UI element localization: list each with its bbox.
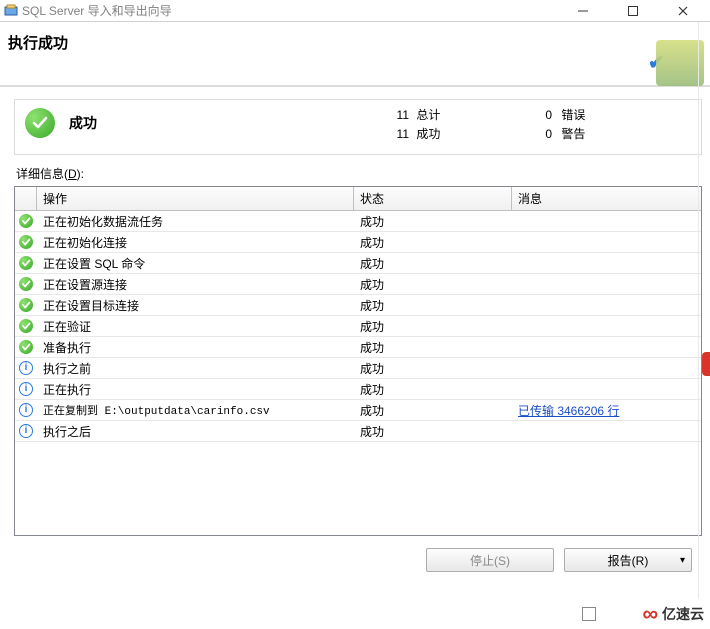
row-action: 正在执行 xyxy=(37,381,354,398)
infinity-icon: ∞ xyxy=(642,601,658,627)
row-status: 成功 xyxy=(354,318,512,335)
brand-text: 亿速云 xyxy=(662,604,704,624)
summary-status: 成功 xyxy=(69,113,97,133)
checkbox-unknown[interactable] xyxy=(582,607,596,621)
success-icon xyxy=(19,340,33,354)
row-status-icon xyxy=(15,340,37,354)
stop-button[interactable]: 停止(S) xyxy=(426,548,554,572)
footer-brand: ∞ 亿速云 xyxy=(642,601,704,627)
window-controls xyxy=(568,5,698,17)
total-label: 总计 xyxy=(416,108,440,122)
grid-body: 正在初始化数据流任务成功正在初始化连接成功正在设置 SQL 命令成功正在设置源连… xyxy=(15,211,701,442)
row-status: 成功 xyxy=(354,423,512,440)
row-status: 成功 xyxy=(354,213,512,230)
box-graphic-icon xyxy=(656,40,704,86)
success-icon xyxy=(19,298,33,312)
col-icon-header[interactable] xyxy=(15,187,37,210)
table-row[interactable]: 正在验证成功 xyxy=(15,316,701,337)
message-link[interactable]: 已传输 3466206 行 xyxy=(518,404,619,418)
summary-panel: 成功 11 总计 0 错误 11 成功 0 警告 xyxy=(14,99,702,155)
row-action: 正在初始化数据流任务 xyxy=(37,213,354,230)
col-status-header[interactable]: 状态 xyxy=(354,187,512,210)
info-icon: i xyxy=(19,382,33,396)
success-icon xyxy=(19,214,33,228)
report-button[interactable]: 报告(R) ▾ xyxy=(564,548,692,572)
table-row[interactable]: 准备执行成功 xyxy=(15,337,701,358)
row-status: 成功 xyxy=(354,234,512,251)
row-status-icon: i xyxy=(15,403,37,417)
row-status-icon xyxy=(15,256,37,270)
table-row[interactable]: i 正在复制到 E:\outputdata\carinfo.csv成功已传输 34… xyxy=(15,400,701,421)
details-label: 详细信息(D): xyxy=(16,165,702,182)
success-icon xyxy=(19,235,33,249)
row-status: 成功 xyxy=(354,339,512,356)
success-count: 11 xyxy=(385,125,409,144)
row-action: 正在设置目标连接 xyxy=(37,297,354,314)
row-action: 正在设置源连接 xyxy=(37,276,354,293)
row-status: 成功 xyxy=(354,402,512,419)
info-icon: i xyxy=(19,424,33,438)
table-row[interactable]: 正在初始化数据流任务成功 xyxy=(15,211,701,232)
error-label: 错误 xyxy=(561,108,585,122)
row-status-icon xyxy=(15,277,37,291)
summary-counts: 11 总计 0 错误 11 成功 0 警告 xyxy=(385,106,691,144)
row-action: 正在初始化连接 xyxy=(37,234,354,251)
table-row[interactable]: i 执行之前成功 xyxy=(15,358,701,379)
info-icon: i xyxy=(19,361,33,375)
col-action-header[interactable]: 操作 xyxy=(37,187,354,210)
table-row[interactable]: 正在初始化连接成功 xyxy=(15,232,701,253)
row-status-icon xyxy=(15,214,37,228)
page-title: 执行成功 xyxy=(8,32,702,53)
app-icon xyxy=(4,4,18,18)
wizard-header: 执行成功 ✔ xyxy=(0,22,710,86)
row-status-icon: i xyxy=(15,424,37,438)
col-message-header[interactable]: 消息 xyxy=(512,187,701,210)
titlebar: SQL Server 导入和导出向导 xyxy=(0,0,710,22)
minimize-button[interactable] xyxy=(568,5,598,17)
table-row[interactable]: i 执行之后成功 xyxy=(15,421,701,442)
side-badge xyxy=(702,352,710,376)
success-icon xyxy=(25,108,55,138)
error-count: 0 xyxy=(538,106,552,125)
row-status: 成功 xyxy=(354,381,512,398)
warning-label: 警告 xyxy=(561,127,585,141)
details-grid[interactable]: 操作 状态 消息 正在初始化数据流任务成功正在初始化连接成功正在设置 SQL 命… xyxy=(14,186,702,536)
row-action: 执行之前 xyxy=(37,360,354,377)
maximize-button[interactable] xyxy=(618,5,648,17)
row-status-icon: i xyxy=(15,361,37,375)
row-status-icon xyxy=(15,298,37,312)
info-icon: i xyxy=(19,403,33,417)
row-message: 已传输 3466206 行 xyxy=(512,402,701,419)
table-row[interactable]: 正在设置 SQL 命令成功 xyxy=(15,253,701,274)
table-row[interactable]: 正在设置目标连接成功 xyxy=(15,295,701,316)
table-row[interactable]: i 正在执行成功 xyxy=(15,379,701,400)
right-edge xyxy=(698,22,710,599)
success-label: 成功 xyxy=(416,127,440,141)
row-action: 执行之后 xyxy=(37,423,354,440)
row-action: 正在设置 SQL 命令 xyxy=(37,255,354,272)
success-icon xyxy=(19,256,33,270)
close-button[interactable] xyxy=(668,5,698,17)
success-icon xyxy=(19,277,33,291)
success-icon xyxy=(19,319,33,333)
row-status: 成功 xyxy=(354,276,512,293)
grid-header: 操作 状态 消息 xyxy=(15,187,701,211)
wizard-buttons: 停止(S) 报告(R) ▾ xyxy=(14,536,702,580)
row-status: 成功 xyxy=(354,360,512,377)
row-status: 成功 xyxy=(354,297,512,314)
row-action: 正在验证 xyxy=(37,318,354,335)
row-action: 正在复制到 E:\outputdata\carinfo.csv xyxy=(37,402,354,418)
warning-count: 0 xyxy=(538,125,552,144)
window-title: SQL Server 导入和导出向导 xyxy=(22,2,568,19)
row-status-icon: i xyxy=(15,382,37,396)
total-count: 11 xyxy=(385,106,409,125)
row-status-icon xyxy=(15,235,37,249)
content: 成功 11 总计 0 错误 11 成功 0 警告 xyxy=(0,86,710,580)
row-status-icon xyxy=(15,319,37,333)
dropdown-caret-icon: ▾ xyxy=(680,555,685,566)
table-row[interactable]: 正在设置源连接成功 xyxy=(15,274,701,295)
row-action: 准备执行 xyxy=(37,339,354,356)
row-status: 成功 xyxy=(354,255,512,272)
header-graphic: ✔ xyxy=(644,36,704,86)
